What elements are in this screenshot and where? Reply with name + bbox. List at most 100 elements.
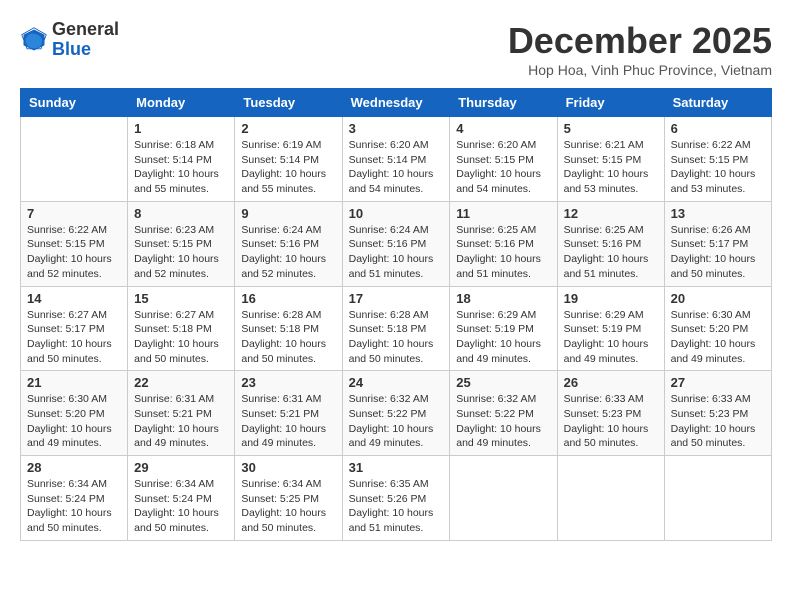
day-number: 23 bbox=[241, 375, 335, 390]
day-info: Sunrise: 6:34 AMSunset: 5:24 PMDaylight:… bbox=[134, 477, 228, 536]
day-info: Sunrise: 6:21 AMSunset: 5:15 PMDaylight:… bbox=[564, 138, 658, 197]
day-number: 30 bbox=[241, 460, 335, 475]
day-info: Sunrise: 6:28 AMSunset: 5:18 PMDaylight:… bbox=[241, 308, 335, 367]
day-number: 17 bbox=[349, 291, 444, 306]
day-info: Sunrise: 6:27 AMSunset: 5:18 PMDaylight:… bbox=[134, 308, 228, 367]
day-number: 11 bbox=[456, 206, 550, 221]
day-number: 20 bbox=[671, 291, 765, 306]
calendar-cell: 7Sunrise: 6:22 AMSunset: 5:15 PMDaylight… bbox=[21, 201, 128, 286]
calendar-cell bbox=[21, 117, 128, 202]
day-info: Sunrise: 6:19 AMSunset: 5:14 PMDaylight:… bbox=[241, 138, 335, 197]
calendar-cell bbox=[557, 456, 664, 541]
calendar-cell: 10Sunrise: 6:24 AMSunset: 5:16 PMDayligh… bbox=[342, 201, 450, 286]
day-info: Sunrise: 6:27 AMSunset: 5:17 PMDaylight:… bbox=[27, 308, 121, 367]
calendar-cell: 11 Sunrise: 6:25 AMSunset: 5:16 PMDayligh… bbox=[450, 201, 557, 286]
day-info: Sunrise: 6:30 AMSunset: 5:20 PMDaylight:… bbox=[27, 392, 121, 451]
day-info: Sunrise: 6:30 AMSunset: 5:20 PMDaylight:… bbox=[671, 308, 765, 367]
day-info: Sunrise: 6:34 AMSunset: 5:25 PMDaylight:… bbox=[241, 477, 335, 536]
column-header-sunday: Sunday bbox=[21, 89, 128, 117]
day-number: 24 bbox=[349, 375, 444, 390]
day-info: Sunrise: 6:32 AMSunset: 5:22 PMDaylight:… bbox=[349, 392, 444, 451]
calendar-week-1: 1Sunrise: 6:18 AMSunset: 5:14 PMDaylight… bbox=[21, 117, 772, 202]
day-number: 6 bbox=[671, 121, 765, 136]
day-info: Sunrise: 6:35 AMSunset: 5:26 PMDaylight:… bbox=[349, 477, 444, 536]
day-info: Sunrise: 6:33 AMSunset: 5:23 PMDaylight:… bbox=[564, 392, 658, 451]
calendar-header-row: SundayMondayTuesdayWednesdayThursdayFrid… bbox=[21, 89, 772, 117]
calendar-week-4: 21 Sunrise: 6:30 AMSunset: 5:20 PMDayligh… bbox=[21, 371, 772, 456]
day-info: Sunrise: 6:25 AMSunset: 5:16 PMDaylight:… bbox=[564, 223, 658, 282]
day-number: 4 bbox=[456, 121, 550, 136]
day-info: Sunrise: 6:32 AMSunset: 5:22 PMDaylight:… bbox=[456, 392, 550, 451]
day-info: Sunrise: 6:26 AMSunset: 5:17 PMDaylight:… bbox=[671, 223, 765, 282]
day-info: Sunrise: 6:33 AMSunset: 5:23 PMDaylight:… bbox=[671, 392, 765, 451]
column-header-wednesday: Wednesday bbox=[342, 89, 450, 117]
calendar-cell bbox=[664, 456, 771, 541]
calendar-cell: 25 Sunrise: 6:32 AMSunset: 5:22 PMDayligh… bbox=[450, 371, 557, 456]
day-number: 10 bbox=[349, 206, 444, 221]
day-number: 29 bbox=[134, 460, 228, 475]
day-number: 5 bbox=[564, 121, 658, 136]
day-number: 27 bbox=[671, 375, 765, 390]
day-info: Sunrise: 6:28 AMSunset: 5:18 PMDaylight:… bbox=[349, 308, 444, 367]
calendar-cell: 21 Sunrise: 6:30 AMSunset: 5:20 PMDayligh… bbox=[21, 371, 128, 456]
logo-text: General Blue bbox=[52, 20, 119, 60]
calendar-table: SundayMondayTuesdayWednesdayThursdayFrid… bbox=[20, 88, 772, 541]
calendar-cell: 31 Sunrise: 6:35 AMSunset: 5:26 PMDayligh… bbox=[342, 456, 450, 541]
day-number: 22 bbox=[134, 375, 228, 390]
calendar-cell: 28 Sunrise: 6:34 AMSunset: 5:24 PMDayligh… bbox=[21, 456, 128, 541]
day-info: Sunrise: 6:23 AMSunset: 5:15 PMDaylight:… bbox=[134, 223, 228, 282]
day-number: 21 bbox=[27, 375, 121, 390]
calendar-cell: 19 Sunrise: 6:29 AMSunset: 5:19 PMDayligh… bbox=[557, 286, 664, 371]
day-number: 31 bbox=[349, 460, 444, 475]
day-info: Sunrise: 6:25 AMSunset: 5:16 PMDaylight:… bbox=[456, 223, 550, 282]
day-info: Sunrise: 6:31 AMSunset: 5:21 PMDaylight:… bbox=[241, 392, 335, 451]
day-number: 25 bbox=[456, 375, 550, 390]
calendar-week-3: 14 Sunrise: 6:27 AMSunset: 5:17 PMDayligh… bbox=[21, 286, 772, 371]
calendar-cell: 30 Sunrise: 6:34 AMSunset: 5:25 PMDayligh… bbox=[235, 456, 342, 541]
day-number: 28 bbox=[27, 460, 121, 475]
day-number: 3 bbox=[349, 121, 444, 136]
logo-icon bbox=[20, 26, 48, 54]
calendar-cell: 26 Sunrise: 6:33 AMSunset: 5:23 PMDayligh… bbox=[557, 371, 664, 456]
day-info: Sunrise: 6:24 AMSunset: 5:16 PMDaylight:… bbox=[241, 223, 335, 282]
day-number: 19 bbox=[564, 291, 658, 306]
calendar-cell: 4 Sunrise: 6:20 AMSunset: 5:15 PMDaylight… bbox=[450, 117, 557, 202]
calendar-cell: 20 Sunrise: 6:30 AMSunset: 5:20 PMDayligh… bbox=[664, 286, 771, 371]
day-number: 14 bbox=[27, 291, 121, 306]
day-info: Sunrise: 6:20 AMSunset: 5:15 PMDaylight:… bbox=[456, 138, 550, 197]
calendar-cell: 12Sunrise: 6:25 AMSunset: 5:16 PMDayligh… bbox=[557, 201, 664, 286]
day-info: Sunrise: 6:29 AMSunset: 5:19 PMDaylight:… bbox=[456, 308, 550, 367]
day-number: 13 bbox=[671, 206, 765, 221]
day-number: 9 bbox=[241, 206, 335, 221]
column-header-tuesday: Tuesday bbox=[235, 89, 342, 117]
calendar-cell: 5 Sunrise: 6:21 AMSunset: 5:15 PMDaylight… bbox=[557, 117, 664, 202]
calendar-cell: 8 Sunrise: 6:23 AMSunset: 5:15 PMDaylight… bbox=[128, 201, 235, 286]
day-number: 26 bbox=[564, 375, 658, 390]
calendar-cell: 15Sunrise: 6:27 AMSunset: 5:18 PMDayligh… bbox=[128, 286, 235, 371]
day-number: 7 bbox=[27, 206, 121, 221]
calendar-cell: 2 Sunrise: 6:19 AMSunset: 5:14 PMDaylight… bbox=[235, 117, 342, 202]
calendar-cell: 3Sunrise: 6:20 AMSunset: 5:14 PMDaylight… bbox=[342, 117, 450, 202]
day-info: Sunrise: 6:22 AMSunset: 5:15 PMDaylight:… bbox=[671, 138, 765, 197]
logo-general: General bbox=[52, 20, 119, 40]
month-title: December 2025 bbox=[508, 20, 772, 62]
calendar-cell: 24 Sunrise: 6:32 AMSunset: 5:22 PMDayligh… bbox=[342, 371, 450, 456]
day-number: 18 bbox=[456, 291, 550, 306]
calendar-week-2: 7Sunrise: 6:22 AMSunset: 5:15 PMDaylight… bbox=[21, 201, 772, 286]
calendar-cell: 14 Sunrise: 6:27 AMSunset: 5:17 PMDayligh… bbox=[21, 286, 128, 371]
day-info: Sunrise: 6:29 AMSunset: 5:19 PMDaylight:… bbox=[564, 308, 658, 367]
day-number: 2 bbox=[241, 121, 335, 136]
title-block: December 2025 Hop Hoa, Vinh Phuc Provinc… bbox=[508, 20, 772, 78]
day-info: Sunrise: 6:31 AMSunset: 5:21 PMDaylight:… bbox=[134, 392, 228, 451]
logo-blue: Blue bbox=[52, 40, 119, 60]
day-number: 8 bbox=[134, 206, 228, 221]
day-number: 16 bbox=[241, 291, 335, 306]
calendar-cell: 1Sunrise: 6:18 AMSunset: 5:14 PMDaylight… bbox=[128, 117, 235, 202]
calendar-cell: 29 Sunrise: 6:34 AMSunset: 5:24 PMDayligh… bbox=[128, 456, 235, 541]
calendar-week-5: 28 Sunrise: 6:34 AMSunset: 5:24 PMDayligh… bbox=[21, 456, 772, 541]
column-header-saturday: Saturday bbox=[664, 89, 771, 117]
day-info: Sunrise: 6:18 AMSunset: 5:14 PMDaylight:… bbox=[134, 138, 228, 197]
column-header-friday: Friday bbox=[557, 89, 664, 117]
column-header-monday: Monday bbox=[128, 89, 235, 117]
day-info: Sunrise: 6:34 AMSunset: 5:24 PMDaylight:… bbox=[27, 477, 121, 536]
